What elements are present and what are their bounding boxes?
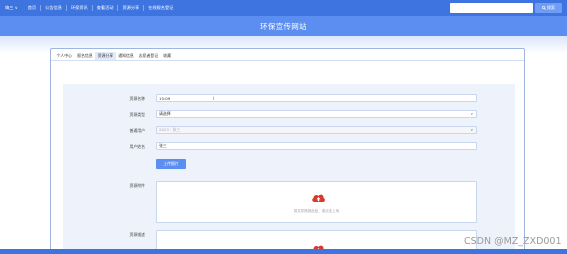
tab-volunteer-registration[interactable]: 志愿者登记 bbox=[136, 52, 160, 60]
resource-form: 资源名称 15:09 I 资源类型 请选择 ∨ 普通用户 2023 · 张三 ∨… bbox=[63, 84, 515, 254]
nav-item-online-registration[interactable]: 在线报名登记 bbox=[143, 5, 177, 11]
chevron-down-icon: ∨ bbox=[470, 112, 473, 116]
account-select[interactable]: 2023 · 张三 ∨ bbox=[156, 126, 477, 134]
user-name-label: 用户姓名 bbox=[129, 144, 145, 149]
search-button-label: 搜索 bbox=[547, 5, 555, 10]
attachment-label: 资源附件 bbox=[129, 183, 145, 188]
tab-personal-center[interactable]: 个人中心 bbox=[54, 52, 75, 60]
chevron-down-icon: ∨ bbox=[470, 128, 473, 132]
nav-menu: 首页 公告信息 环保资讯 查看活动 资源分享 在线报名登记 bbox=[24, 5, 178, 11]
cloud-upload-icon bbox=[312, 194, 325, 202]
resource-type-value: 请选择 bbox=[159, 111, 171, 116]
nav-item-home[interactable]: 首页 bbox=[24, 5, 40, 11]
top-navbar: 嗨三 ∨ 首页 公告信息 环保资讯 查看活动 资源分享 在线报名登记 搜索 bbox=[0, 0, 567, 16]
nav-item-activities[interactable]: 查看活动 bbox=[91, 5, 118, 11]
nav-item-resource-share[interactable]: 资源分享 bbox=[117, 5, 143, 11]
user-name-input[interactable]: 张三 bbox=[156, 142, 477, 150]
resource-type-select[interactable]: 请选择 ∨ bbox=[156, 110, 477, 118]
tab-notifications[interactable]: 通知信息 bbox=[116, 52, 137, 60]
upload-image-button[interactable]: 上传图片 bbox=[156, 159, 186, 169]
text-cursor-icon: I bbox=[213, 95, 215, 101]
resource-name-label: 资源名称 bbox=[129, 96, 145, 101]
search-icon bbox=[542, 6, 546, 10]
user-name-value: 张三 bbox=[159, 143, 167, 148]
tab-bar: 个人中心 报名信息 资源分享 通知信息 志愿者登记 收藏 bbox=[54, 52, 173, 60]
resource-type-label: 资源类型 bbox=[129, 112, 145, 117]
attachment-upload-area[interactable]: 将文件拖到此处，或点击上传 bbox=[156, 181, 477, 223]
resource-name-input[interactable]: 15:09 I bbox=[156, 94, 477, 102]
account-value: 2023 · 张三 bbox=[159, 127, 181, 132]
resource-name-value: 15:09 bbox=[159, 95, 171, 101]
header-banner: 环保宣传网站 bbox=[0, 16, 567, 36]
tab-divider bbox=[51, 60, 524, 61]
bottom-bar bbox=[0, 249, 567, 254]
nav-item-announcements[interactable]: 公告信息 bbox=[40, 5, 66, 11]
tab-registration-info[interactable]: 报名信息 bbox=[75, 52, 96, 60]
tab-resource-share[interactable]: 资源分享 bbox=[95, 52, 116, 60]
upload-hint: 将文件拖到此处，或点击上传 bbox=[293, 209, 340, 213]
search-button[interactable]: 搜索 bbox=[535, 3, 562, 13]
detail-label: 资源描述 bbox=[129, 232, 145, 237]
tab-favorites[interactable]: 收藏 bbox=[161, 52, 174, 60]
content-panel: 个人中心 报名信息 资源分享 通知信息 志愿者登记 收藏 资源名称 15:09 … bbox=[50, 48, 525, 254]
search-input[interactable] bbox=[450, 3, 533, 13]
account-label: 普通用户 bbox=[129, 128, 145, 133]
user-menu[interactable]: 嗨三 ∨ bbox=[5, 5, 18, 11]
watermark: CSDN @MZ_ZXD001 bbox=[464, 236, 562, 247]
nav-item-eco-news[interactable]: 环保资讯 bbox=[65, 5, 92, 11]
site-title: 环保宣传网站 bbox=[260, 21, 307, 31]
